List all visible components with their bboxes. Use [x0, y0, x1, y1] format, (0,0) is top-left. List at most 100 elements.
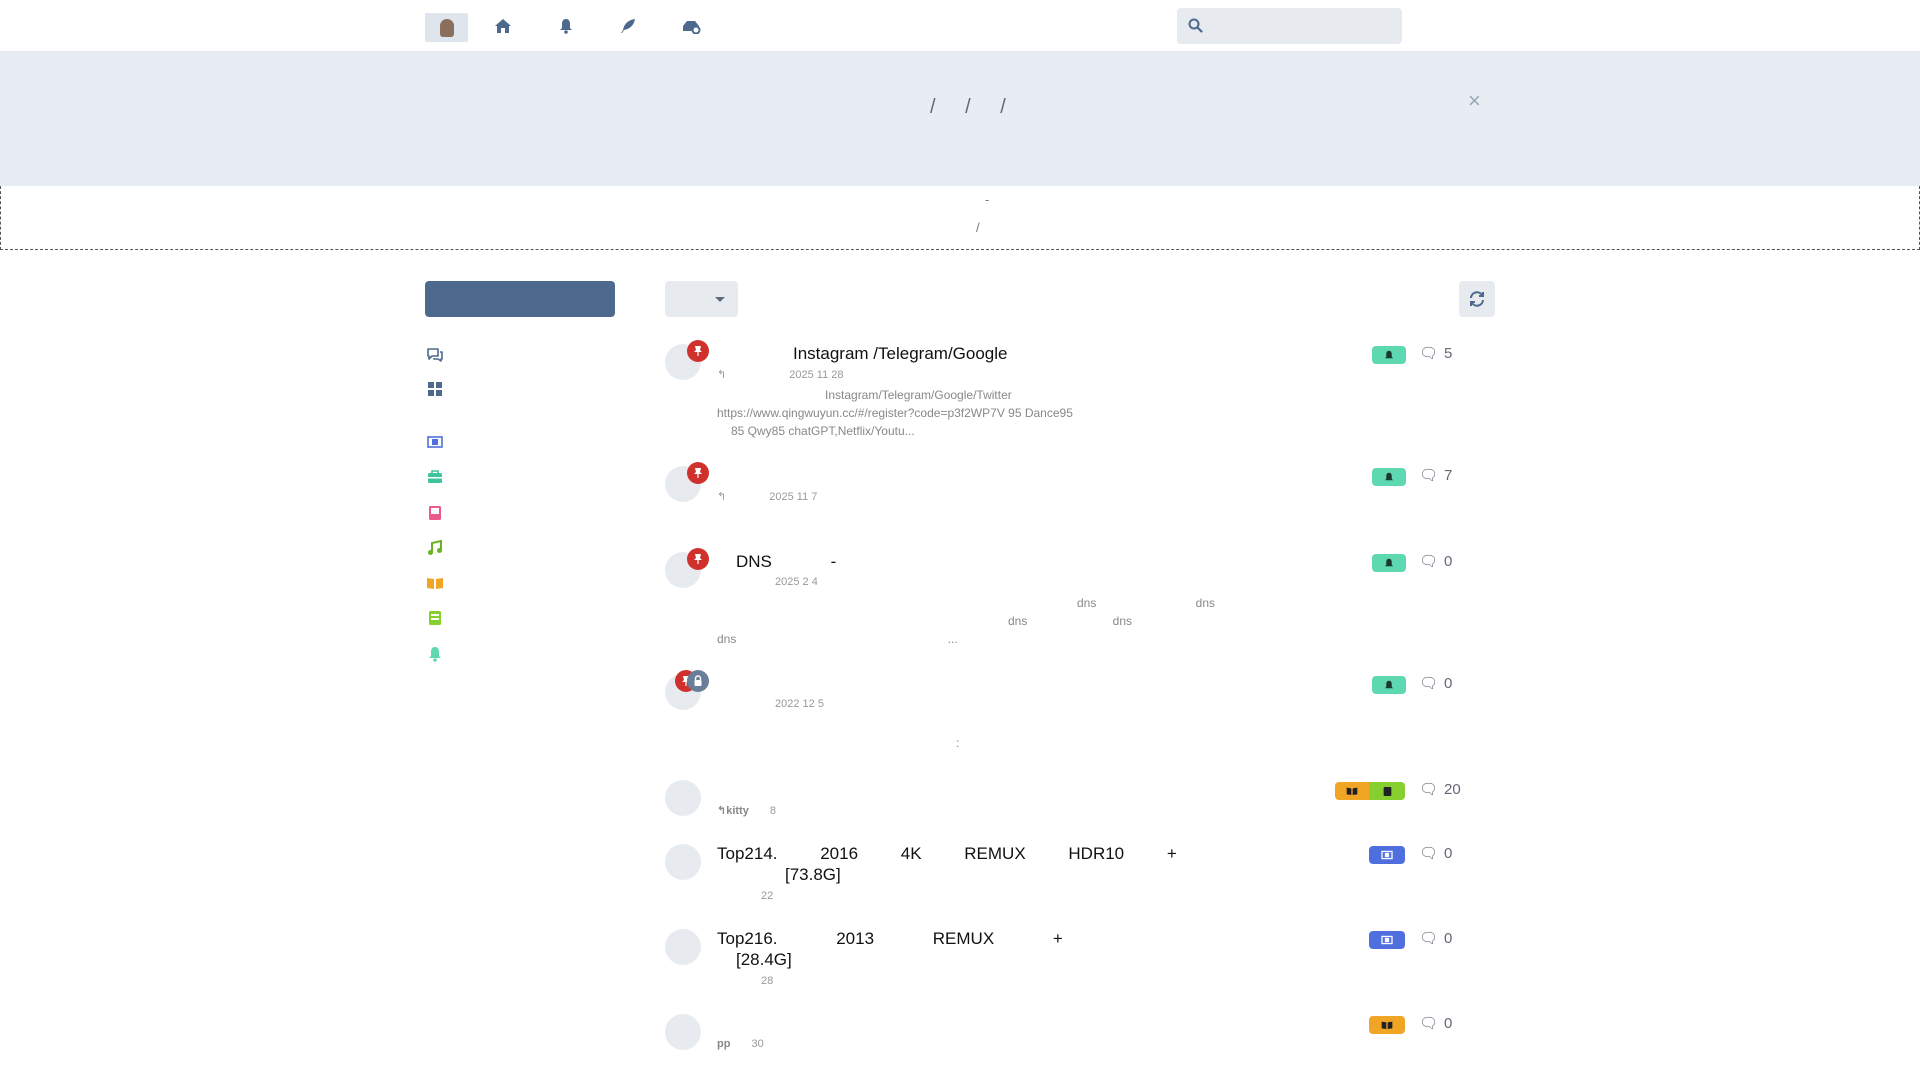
- tag-film[interactable]: [1369, 931, 1405, 949]
- tag-reading[interactable]: [1369, 1016, 1405, 1034]
- discussion-title-line-2[interactable]: [73.8G]: [785, 865, 841, 885]
- discussion-title[interactable]: DNS -: [736, 552, 836, 572]
- home-icon[interactable]: [492, 15, 514, 37]
- discussion-item[interactable]: Instagram /Telegram/Google ↰ 2025 11 28 …: [665, 340, 1495, 444]
- bell-icon: [429, 647, 441, 662]
- discussion-item[interactable]: ↰ 2025 11 7 🗨 7: [665, 462, 1495, 516]
- sidebar-item-books[interactable]: [425, 503, 445, 523]
- reply-icon: ↰: [717, 805, 727, 817]
- film-icon: [1381, 935, 1393, 945]
- feather-icon[interactable]: [617, 15, 639, 37]
- discussion-title[interactable]: Top216. 2013 REMUX +: [717, 929, 1063, 949]
- comment-icon: 🗨: [1419, 845, 1439, 862]
- open-book-icon: [1381, 1021, 1393, 1029]
- discussion-item[interactable]: DNS - 2025 2 4 dns dns dns dns dns ... 🗨…: [665, 548, 1495, 652]
- comments-icon: [427, 348, 443, 362]
- announcement-line-1: -: [985, 192, 990, 207]
- announcement-box: - /: [0, 186, 1920, 250]
- comment-icon: 🗨: [1419, 467, 1439, 484]
- discussion-title[interactable]: Top214. 2016 4K REMUX HDR10 +: [717, 844, 1177, 864]
- book-green-icon: [429, 611, 441, 625]
- hero-text: / / /: [930, 96, 1007, 118]
- book-pink-icon: [429, 506, 441, 520]
- sidebar-item-tools[interactable]: [425, 467, 445, 487]
- discussion-title[interactable]: Instagram /Telegram/Google: [793, 344, 1008, 364]
- discussion-meta: 2022 12 5: [775, 698, 824, 710]
- top-navbar: [0, 0, 1920, 52]
- discussion-excerpt-line-3: 85 Qwy85 chatGPT,Netflix/Youtu...: [731, 424, 915, 438]
- tag-announcement[interactable]: [1372, 346, 1406, 364]
- discussion-item[interactable]: 2022 12 5 : 🗨 0: [665, 670, 1495, 754]
- user-cog-icon[interactable]: [680, 15, 702, 37]
- discussion-meta: 28: [761, 975, 774, 987]
- comment-icon: 🗨: [1419, 675, 1439, 692]
- discussion-meta: ↰kitty 8: [717, 805, 777, 817]
- discussion-meta: 2025 2 4: [775, 576, 818, 588]
- start-discussion-button[interactable]: [425, 281, 615, 317]
- discussion-meta: ↰ 2025 11 7: [717, 491, 818, 503]
- reply-count: 🗨 0: [1419, 1014, 1453, 1033]
- sidebar-item-announcements[interactable]: [425, 644, 445, 664]
- pin-icon: [687, 548, 709, 570]
- discussion-excerpt-line-1: Instagram/Telegram/Google/Twitter: [825, 388, 1012, 402]
- reply-icon: ↰: [717, 369, 727, 381]
- film-icon: [427, 436, 443, 448]
- pin-icon: [687, 340, 709, 362]
- sidebar-item-all-discussions[interactable]: [425, 345, 445, 365]
- discussion-excerpt-line-1: dns dns: [1077, 596, 1216, 610]
- music-icon: [428, 540, 442, 555]
- avatar[interactable]: [665, 780, 701, 816]
- avatar[interactable]: [665, 1014, 701, 1050]
- tag-film[interactable]: [1369, 846, 1405, 864]
- refresh-button[interactable]: [1459, 281, 1495, 317]
- discussion-item[interactable]: pp 30 🗨 0: [665, 1014, 1495, 1064]
- tag-announcement[interactable]: [1372, 676, 1406, 694]
- open-book-icon: [427, 578, 443, 589]
- book-icon: [1383, 786, 1391, 796]
- reply-icon: ↰: [717, 491, 727, 503]
- reply-count: 🗨 7: [1419, 466, 1453, 485]
- sidebar-item-notes[interactable]: [425, 608, 445, 628]
- discussion-excerpt-line-2: https://www.qingwuyun.cc/#/register?code…: [717, 406, 1073, 420]
- discussion-item[interactable]: Top216. 2013 REMUX + [28.4G] 28 🗨 0: [665, 929, 1495, 989]
- reply-count: 🗨 20: [1419, 780, 1461, 799]
- reply-count: 🗨 0: [1419, 552, 1453, 571]
- avatar[interactable]: [665, 929, 701, 965]
- discussion-item[interactable]: Top214. 2016 4K REMUX HDR10 + [73.8G] 22…: [665, 844, 1495, 904]
- comment-icon: 🗨: [1419, 553, 1439, 570]
- toolbox-icon: [428, 470, 442, 483]
- tag-reading[interactable]: [1335, 782, 1369, 800]
- discussion-title-line-2[interactable]: [28.4G]: [736, 950, 792, 970]
- sidebar-item-reading[interactable]: [425, 573, 445, 593]
- avatar[interactable]: [665, 844, 701, 880]
- discussion-excerpt-line-3: dns ...: [717, 632, 958, 646]
- sort-dropdown[interactable]: [665, 281, 738, 317]
- comment-icon: 🗨: [1419, 1015, 1439, 1032]
- pin-icon: [687, 462, 709, 484]
- discussion-item[interactable]: ↰kitty 8 🗨 20: [665, 780, 1495, 830]
- discussion-meta: ↰ 2025 11 28: [717, 369, 844, 381]
- discussion-excerpt-line-2: dns dns: [1008, 614, 1133, 628]
- sidebar-item-film[interactable]: [425, 432, 445, 452]
- open-book-icon: [1346, 787, 1358, 795]
- close-icon[interactable]: ×: [1468, 88, 1481, 114]
- comment-icon: 🗨: [1419, 781, 1439, 798]
- bell-icon: [1384, 350, 1394, 358]
- tag-notes[interactable]: [1369, 782, 1405, 800]
- search-input[interactable]: [1177, 8, 1402, 44]
- site-logo[interactable]: [425, 13, 468, 42]
- sidebar-item-music[interactable]: [425, 538, 445, 558]
- reply-count: 🗨 0: [1419, 844, 1453, 863]
- chevron-down-icon: [715, 297, 725, 302]
- discussion-meta: 22: [761, 890, 774, 902]
- comment-icon: 🗨: [1419, 930, 1439, 947]
- bell-icon: [1384, 558, 1394, 566]
- discussion-excerpt-line-1: :: [956, 736, 960, 750]
- sidebar-item-tags[interactable]: [425, 379, 445, 399]
- reply-count: 🗨 5: [1419, 344, 1453, 363]
- tag-announcement[interactable]: [1372, 468, 1406, 486]
- refresh-icon: [1470, 291, 1484, 307]
- tag-announcement[interactable]: [1372, 554, 1406, 572]
- announcement-line-2: /: [976, 220, 980, 235]
- bell-icon[interactable]: [555, 15, 577, 37]
